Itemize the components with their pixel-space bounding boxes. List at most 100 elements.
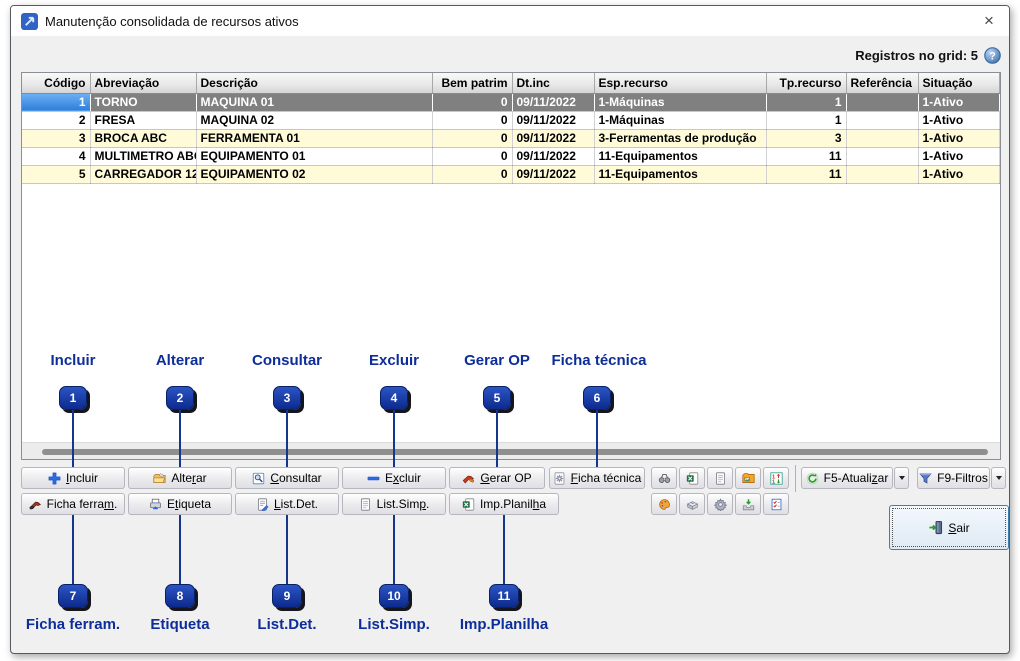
palette-icon bbox=[658, 498, 671, 511]
horizontal-scrollbar[interactable] bbox=[22, 442, 1000, 459]
import-button[interactable] bbox=[735, 493, 761, 515]
cell-dtinc: 09/11/2022 bbox=[512, 129, 594, 147]
annotation-line bbox=[72, 410, 74, 467]
annotation-badge-2: 2 bbox=[166, 386, 194, 410]
label-printer-button[interactable] bbox=[679, 493, 705, 515]
incluir-button[interactable]: Incluir bbox=[21, 467, 125, 489]
folder-images-icon bbox=[742, 472, 755, 485]
checklist-icon bbox=[770, 498, 783, 511]
help-icon[interactable]: ? bbox=[984, 47, 1001, 64]
tool-icon bbox=[29, 498, 42, 511]
color-palette-button[interactable] bbox=[651, 493, 677, 515]
annotation-line bbox=[503, 515, 505, 584]
cell-situacao: 1-Ativo bbox=[918, 93, 1000, 111]
folder-images-button[interactable] bbox=[735, 467, 761, 489]
cell-codigo: 4 bbox=[22, 147, 90, 165]
cell-tp-recurso: 11 bbox=[766, 165, 846, 183]
column-header-esp-recurso[interactable]: Esp.recurso bbox=[594, 73, 766, 93]
annotation-badge-1: 1 bbox=[59, 386, 87, 410]
list-simp-button[interactable]: List.Simp. bbox=[342, 493, 446, 515]
import-inbox-icon bbox=[742, 498, 755, 511]
column-header-codigo[interactable]: Código bbox=[22, 73, 90, 93]
cell-bem-patrim: 0 bbox=[432, 129, 512, 147]
checklist-button[interactable] bbox=[763, 493, 789, 515]
cell-esp-recurso: 3-Ferramentas de produção bbox=[594, 129, 766, 147]
export-excel-button[interactable] bbox=[679, 467, 705, 489]
annotation-badge-8: 8 bbox=[165, 584, 195, 608]
sort-numbered-icon: 1 1 bbox=[770, 472, 783, 485]
table-row[interactable]: 2 FRESA MAQUINA 02 0 09/11/2022 1-Máquin… bbox=[22, 111, 1000, 129]
cell-referencia bbox=[846, 129, 918, 147]
alterar-button[interactable]: Alterar bbox=[128, 467, 232, 489]
annotation-line bbox=[286, 515, 288, 584]
document-button[interactable] bbox=[707, 467, 733, 489]
column-header-bem-patrim[interactable]: Bem patrim bbox=[432, 73, 512, 93]
column-header-situacao[interactable]: Situação bbox=[918, 73, 1000, 93]
cell-codigo: 2 bbox=[22, 111, 90, 129]
table-row[interactable]: 1 TORNO MAQUINA 01 0 09/11/2022 1-Máquin… bbox=[22, 93, 1000, 111]
f5-atualizar-button[interactable]: F5-Atualizar bbox=[801, 467, 893, 489]
table-row[interactable]: 4 MULTIMETRO ABC EQUIPAMENTO 01 0 09/11/… bbox=[22, 147, 1000, 165]
annotation-line bbox=[286, 410, 288, 467]
cell-tp-recurso: 3 bbox=[766, 129, 846, 147]
consultar-button[interactable]: Consultar bbox=[235, 467, 339, 489]
document-pencil-icon bbox=[256, 498, 269, 511]
settings-gear-icon bbox=[714, 498, 727, 511]
close-icon[interactable]: × bbox=[975, 8, 1003, 34]
annotation-badge-5: 5 bbox=[483, 386, 511, 410]
scrollbar-thumb[interactable] bbox=[42, 449, 988, 455]
cell-descricao: EQUIPAMENTO 02 bbox=[196, 165, 432, 183]
column-header-descricao[interactable]: Descrição bbox=[196, 73, 432, 93]
f9-dropdown-button[interactable] bbox=[991, 467, 1006, 489]
cell-descricao: MAQUINA 01 bbox=[196, 93, 432, 111]
annotation-line bbox=[393, 410, 395, 467]
refresh-icon bbox=[806, 472, 819, 485]
excel-icon bbox=[462, 498, 475, 511]
app-icon bbox=[21, 13, 38, 30]
list-det-button[interactable]: List.Det. bbox=[235, 493, 339, 515]
svg-text:?: ? bbox=[989, 50, 995, 62]
excel-icon bbox=[686, 472, 699, 485]
cell-codigo: 3 bbox=[22, 129, 90, 147]
annotation-label-gerar-op: Gerar OP bbox=[464, 352, 530, 369]
imp-planilha-button[interactable]: Imp.Planilha bbox=[449, 493, 559, 515]
cell-bem-patrim: 0 bbox=[432, 93, 512, 111]
f5-dropdown-button[interactable] bbox=[894, 467, 909, 489]
column-header-tp-recurso[interactable]: Tp.recurso bbox=[766, 73, 846, 93]
cell-descricao: EQUIPAMENTO 01 bbox=[196, 147, 432, 165]
table-row[interactable]: 5 CARREGADOR 12V EQUIPAMENTO 02 0 09/11/… bbox=[22, 165, 1000, 183]
annotation-badge-4: 4 bbox=[380, 386, 408, 410]
column-header-abreviacao[interactable]: Abreviação bbox=[90, 73, 196, 93]
ficha-tecnica-button[interactable]: Ficha técnica bbox=[549, 467, 645, 489]
sair-button[interactable]: Sair bbox=[889, 505, 1009, 550]
annotation-label-imp-planilha: Imp.Planilha bbox=[460, 616, 548, 633]
cell-situacao: 1-Ativo bbox=[918, 111, 1000, 129]
cell-abreviacao: FRESA bbox=[90, 111, 196, 129]
ficha-ferram-button[interactable]: Ficha ferram. bbox=[21, 493, 125, 515]
cell-abreviacao: TORNO bbox=[90, 93, 196, 111]
dropdown-arrow-icon bbox=[899, 476, 905, 480]
settings-button[interactable] bbox=[707, 493, 733, 515]
cell-tp-recurso: 1 bbox=[766, 111, 846, 129]
cell-esp-recurso: 11-Equipamentos bbox=[594, 147, 766, 165]
gerar-op-button[interactable]: Gerar OP bbox=[449, 467, 545, 489]
records-count-label: Registros no grid: 5 bbox=[855, 48, 978, 63]
excluir-button[interactable]: Excluir bbox=[342, 467, 446, 489]
plus-icon bbox=[48, 472, 61, 485]
gear-document-icon bbox=[553, 472, 566, 485]
sort-numbered-button[interactable]: 1 1 bbox=[763, 467, 789, 489]
column-header-dtinc[interactable]: Dt.inc bbox=[512, 73, 594, 93]
f9-filtros-button[interactable]: F9-Filtros bbox=[917, 467, 990, 489]
annotation-label-ficha-ferram: Ficha ferram. bbox=[26, 616, 120, 633]
table-row[interactable]: 3 BROCA ABC FERRAMENTA 01 0 09/11/2022 3… bbox=[22, 129, 1000, 147]
etiqueta-button[interactable]: Etiqueta bbox=[128, 493, 232, 515]
search-binoculars-button[interactable] bbox=[651, 467, 677, 489]
cell-esp-recurso: 1-Máquinas bbox=[594, 93, 766, 111]
cell-tp-recurso: 11 bbox=[766, 147, 846, 165]
minus-icon bbox=[367, 472, 380, 485]
annotation-line bbox=[179, 410, 181, 467]
dropdown-arrow-icon bbox=[996, 476, 1002, 480]
column-header-referencia[interactable]: Referência bbox=[846, 73, 918, 93]
cell-esp-recurso: 1-Máquinas bbox=[594, 111, 766, 129]
annotation-badge-10: 10 bbox=[379, 584, 409, 608]
